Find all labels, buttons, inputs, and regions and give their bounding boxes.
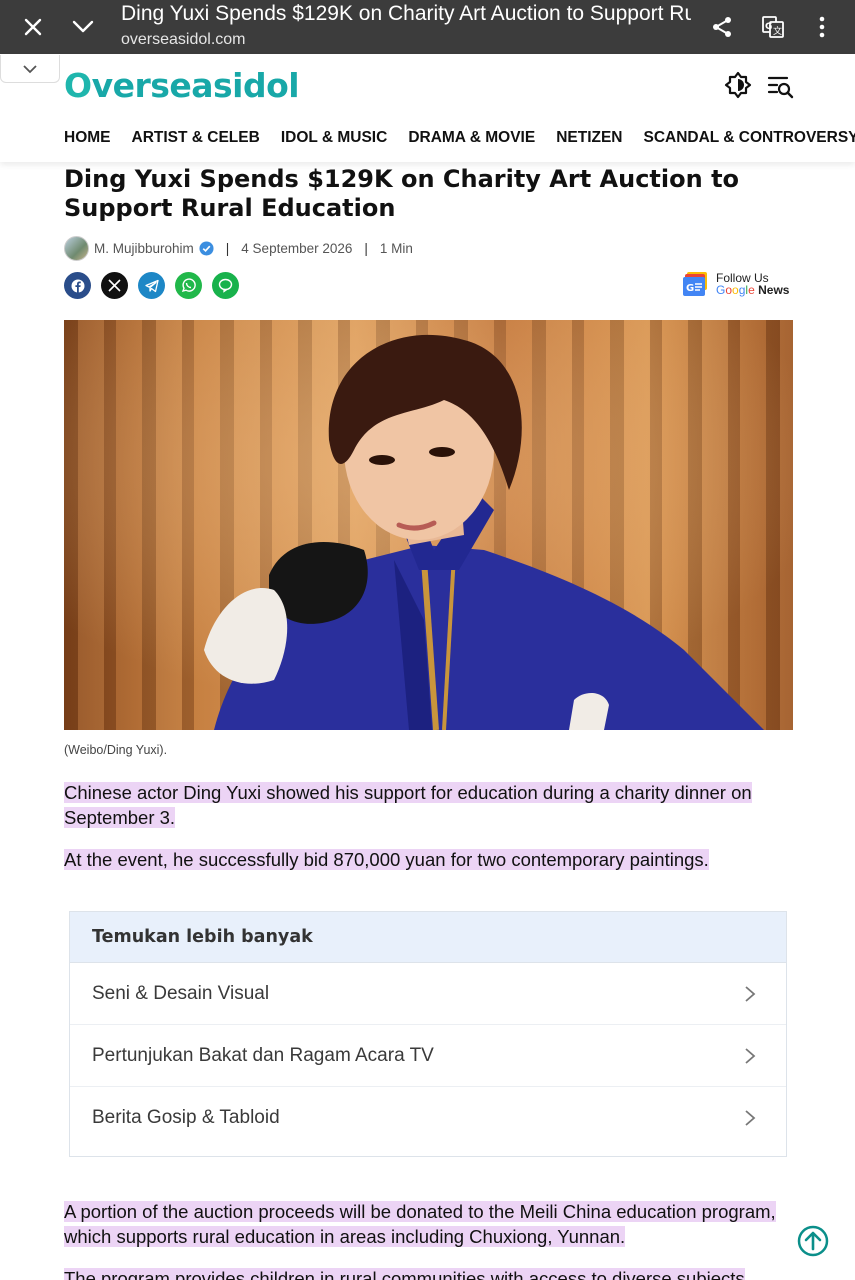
chevron-right-icon xyxy=(745,1110,756,1126)
share-buttons xyxy=(64,272,239,299)
telegram-share-icon[interactable] xyxy=(138,272,165,299)
google-news-icon: G xyxy=(683,272,707,296)
related-topics-box: Temukan lebih banyak Seni & Desain Visua… xyxy=(69,911,787,1157)
nav-drama-movie[interactable]: DRAMA & MOVIE xyxy=(408,129,535,147)
google-news-label: Google News xyxy=(716,283,790,297)
nav-artist-celeb[interactable]: ARTIST & CELEB xyxy=(132,129,260,147)
meta-separator: | xyxy=(364,240,368,256)
related-topic-item[interactable]: Pertunjukan Bakat dan Ragam Acara TV xyxy=(70,1025,786,1087)
close-icon[interactable] xyxy=(14,8,52,46)
meta-separator: | xyxy=(225,240,230,256)
article-title: Ding Yuxi Spends $129K on Charity Art Au… xyxy=(64,165,740,222)
portrait-illustration xyxy=(64,320,793,730)
line-share-icon[interactable] xyxy=(212,272,239,299)
svg-text:G: G xyxy=(765,22,772,32)
publish-date: 4 September 2026 xyxy=(241,240,353,256)
collapse-header-button[interactable] xyxy=(0,55,60,83)
browser-toolbar: Ding Yuxi Spends $129K on Charity Art Au… xyxy=(0,0,855,54)
related-topic-item[interactable]: Berita Gosip & Tabloid xyxy=(70,1087,786,1149)
related-topics-heading: Temukan lebih banyak xyxy=(70,912,786,963)
chevron-right-icon xyxy=(745,1047,756,1064)
verified-icon xyxy=(199,240,214,256)
nav-scandal-controversy[interactable]: SCANDAL & CONTROVERSY xyxy=(644,129,855,147)
nav-idol-music[interactable]: IDOL & MUSIC xyxy=(281,129,388,147)
image-caption: (Weibo/Ding Yuxi). xyxy=(64,743,168,757)
more-vert-icon[interactable] xyxy=(803,8,841,46)
x-share-icon[interactable] xyxy=(101,272,128,299)
author-name[interactable]: M. Mujibburohim xyxy=(94,241,194,256)
share-icon[interactable] xyxy=(703,8,741,46)
site-logo[interactable]: Overseasidol xyxy=(64,66,300,105)
translate-icon[interactable]: G文 xyxy=(754,8,792,46)
search-menu-icon[interactable] xyxy=(766,73,794,99)
whatsapp-share-icon[interactable] xyxy=(175,272,202,299)
arrow-up-icon xyxy=(797,1225,829,1257)
article-image xyxy=(64,320,793,730)
article-paragraph: Chinese actor Ding Yuxi showed his suppo… xyxy=(64,782,752,828)
article-paragraph: The program provides children in rural c… xyxy=(64,1266,784,1280)
chevron-down-icon xyxy=(23,64,37,73)
chevron-right-icon xyxy=(745,985,756,1002)
article-paragraph: A portion of the auction proceeds will b… xyxy=(64,1201,776,1247)
facebook-share-icon[interactable] xyxy=(64,272,91,299)
site-header: Overseasidol HOME ARTIST & CELEB IDOL & … xyxy=(0,54,855,162)
theme-toggle-icon[interactable] xyxy=(724,71,752,99)
nav-home[interactable]: HOME xyxy=(64,129,111,147)
author-avatar[interactable] xyxy=(64,235,89,261)
scroll-to-top-button[interactable] xyxy=(797,1225,829,1257)
page-url[interactable]: overseasidol.com xyxy=(121,31,246,49)
article-meta: M. Mujibburohim | 4 September 2026 | 1 M… xyxy=(64,235,413,261)
chevron-down-icon[interactable] xyxy=(64,8,102,46)
follow-google-news[interactable]: G Follow Us Google News xyxy=(683,271,789,297)
article-paragraph: At the event, he successfully bid 870,00… xyxy=(64,849,709,870)
svg-text:文: 文 xyxy=(773,25,782,37)
main-nav: HOME ARTIST & CELEB IDOL & MUSIC DRAMA &… xyxy=(64,129,855,147)
nav-netizen[interactable]: NETIZEN xyxy=(556,129,622,147)
svg-text:G: G xyxy=(686,283,694,294)
page-title: Ding Yuxi Spends $129K on Charity Art Au… xyxy=(121,2,691,25)
related-topic-item[interactable]: Seni & Desain Visual xyxy=(70,963,786,1025)
read-time: 1 Min xyxy=(379,240,413,256)
